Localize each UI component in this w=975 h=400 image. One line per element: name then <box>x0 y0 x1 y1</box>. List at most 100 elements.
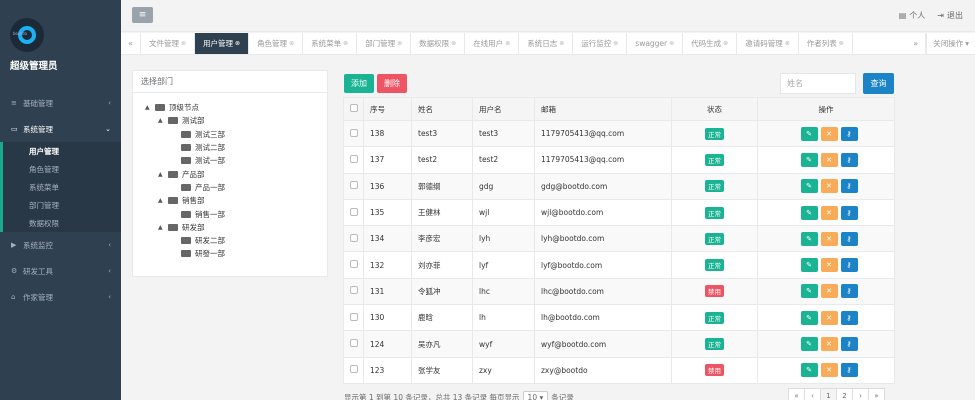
tree-node-dept[interactable]: ▲ 销售部 <box>145 194 327 207</box>
edit-button[interactable]: ✎ <box>800 231 818 246</box>
col-header-email[interactable]: 邮箱 <box>534 97 672 121</box>
collapse-toggle-icon[interactable]: ▲ <box>158 224 166 231</box>
row-checkbox[interactable] <box>350 154 358 163</box>
submenu-item-roles[interactable]: 角色管理 <box>3 160 121 178</box>
row-select-cell[interactable] <box>343 172 364 200</box>
remove-button[interactable]: ✕ <box>820 258 838 273</box>
reset-password-button[interactable]: ⚷ <box>840 179 858 194</box>
tab-item[interactable]: swagger ⊗ <box>627 33 684 54</box>
table-row[interactable]: 124 吴亦凡 wyf wyf@bootdo.com 正常 ✎ ✕ ⚷ <box>343 330 895 358</box>
row-checkbox[interactable] <box>350 181 358 190</box>
tab-item[interactable]: 角色管理 ⊗ <box>249 33 304 54</box>
tab-item[interactable]: 文件管理 ⊗ <box>141 33 196 54</box>
reset-password-button[interactable]: ⚷ <box>840 363 858 378</box>
tree-node-subdept[interactable]: 产品一部 <box>145 181 327 194</box>
row-checkbox[interactable] <box>350 312 358 321</box>
sidebar-item-authors[interactable]: ⌂ 作家管理 ‹ <box>0 284 121 310</box>
col-header-username[interactable]: 用户名 <box>472 97 535 121</box>
edit-button[interactable]: ✎ <box>800 363 818 378</box>
row-select-cell[interactable] <box>343 146 364 174</box>
table-row[interactable]: 132 刘亦菲 lyf lyf@bootdo.com 正常 ✎ ✕ ⚷ <box>343 251 895 279</box>
row-checkbox[interactable] <box>350 286 358 295</box>
page-button[interactable]: 1 <box>820 388 837 400</box>
remove-button[interactable]: ✕ <box>820 284 838 299</box>
tree-node-dept[interactable]: ▲ 产品部 <box>145 167 327 180</box>
remove-button[interactable]: ✕ <box>820 179 838 194</box>
submenu-item-data-perm[interactable]: 数据权限 <box>3 214 121 232</box>
collapse-toggle-icon[interactable]: ▲ <box>158 171 166 178</box>
row-select-cell[interactable] <box>343 330 364 358</box>
tab-close-icon[interactable]: ⊗ <box>559 40 564 47</box>
tab-close-icon[interactable]: ⊗ <box>839 40 844 47</box>
tab-close-icon[interactable]: ⊗ <box>669 40 674 47</box>
reset-password-button[interactable]: ⚷ <box>840 152 858 167</box>
submenu-item-depts[interactable]: 部门管理 <box>3 196 121 214</box>
row-select-cell[interactable] <box>343 198 364 227</box>
remove-button[interactable]: ✕ <box>820 152 838 167</box>
tree-node-root[interactable]: ▲ 顶级节点 <box>145 101 327 114</box>
avatar[interactable]: bootdo <box>10 18 44 52</box>
row-checkbox[interactable] <box>350 339 358 348</box>
tab-close-icon[interactable]: ⊗ <box>723 40 728 47</box>
edit-button[interactable]: ✎ <box>800 310 818 325</box>
personal-link[interactable]: ▤ 个人 <box>899 10 926 21</box>
tab-close-icon[interactable]: ⊗ <box>235 40 240 47</box>
collapse-toggle-icon[interactable]: ▲ <box>158 117 166 124</box>
col-header-status[interactable]: 状态 <box>671 97 758 121</box>
page-size-select[interactable]: 10 ▾ <box>522 391 549 400</box>
row-checkbox[interactable] <box>350 233 358 242</box>
close-tabs-dropdown[interactable]: 关闭操作 ▾ <box>926 33 975 54</box>
tab-item[interactable]: 代码生成 ⊗ <box>683 33 738 54</box>
tree-node-dept[interactable]: ▲ 研发部 <box>145 221 327 234</box>
tab-item[interactable]: 作者列表 ⊗ <box>799 33 853 54</box>
remove-button[interactable]: ✕ <box>820 310 838 325</box>
tab-close-icon[interactable]: ⊗ <box>181 40 186 47</box>
row-checkbox[interactable] <box>350 365 358 374</box>
row-select-cell[interactable] <box>343 119 364 148</box>
table-row[interactable]: 137 test2 test2 1179705413@qq.com 正常 ✎ ✕ ⚷ <box>343 146 895 174</box>
page-button[interactable]: ‹ <box>804 388 821 400</box>
tab-close-icon[interactable]: ⊗ <box>451 40 456 47</box>
remove-button[interactable]: ✕ <box>820 126 838 141</box>
submenu-item-users[interactable]: 用户管理 <box>3 142 121 160</box>
edit-button[interactable]: ✎ <box>800 152 818 167</box>
row-select-cell[interactable] <box>343 277 364 306</box>
table-row[interactable]: 130 鹿晗 lh lh@bootdo.com 正常 ✎ ✕ ⚷ <box>343 304 895 332</box>
reset-password-button[interactable]: ⚷ <box>840 205 858 220</box>
remove-button[interactable]: ✕ <box>820 205 838 220</box>
add-button[interactable]: 添加 <box>344 74 374 93</box>
collapse-toggle-icon[interactable]: ▲ <box>145 104 153 111</box>
edit-button[interactable]: ✎ <box>800 126 818 141</box>
reset-password-button[interactable]: ⚷ <box>840 337 858 352</box>
col-header-name[interactable]: 姓名 <box>411 97 473 121</box>
sidebar-item-devtools[interactable]: ⚙ 研发工具 ‹ <box>0 258 121 284</box>
remove-button[interactable]: ✕ <box>820 363 838 378</box>
logout-link[interactable]: ⇥ 退出 <box>937 10 963 21</box>
tab-item[interactable]: 系统日志 ⊗ <box>519 33 574 54</box>
tree-node-subdept[interactable]: 测试二部 <box>145 141 327 154</box>
tab-item[interactable]: 数据权限 ⊗ <box>411 33 466 54</box>
table-row[interactable]: 131 令狐冲 lhc lhc@bootdo.com 禁用 ✎ ✕ ⚷ <box>343 277 895 306</box>
tab-close-icon[interactable]: ⊗ <box>613 40 618 47</box>
delete-button[interactable]: 删除 <box>377 74 407 93</box>
row-select-cell[interactable] <box>343 251 364 279</box>
tab-item[interactable]: 邀请码管理 ⊗ <box>737 33 799 54</box>
name-search-input[interactable] <box>780 73 856 94</box>
col-header-id[interactable]: 序号 <box>363 97 412 121</box>
tab-close-icon[interactable]: ⊗ <box>289 40 294 47</box>
tab-close-icon[interactable]: ⊗ <box>397 40 402 47</box>
remove-button[interactable]: ✕ <box>820 231 838 246</box>
reset-password-button[interactable]: ⚷ <box>840 310 858 325</box>
remove-button[interactable]: ✕ <box>820 337 838 352</box>
page-button[interactable]: « <box>788 388 805 400</box>
page-button[interactable]: › <box>852 388 869 400</box>
reset-password-button[interactable]: ⚷ <box>840 284 858 299</box>
tree-node-subdept[interactable]: 测试三部 <box>145 128 327 141</box>
table-row[interactable]: 123 张学友 zxy zxy@bootdo 禁用 ✎ ✕ ⚷ <box>343 356 895 384</box>
page-button[interactable]: » <box>868 388 885 400</box>
row-checkbox[interactable] <box>350 128 358 137</box>
row-select-cell[interactable] <box>343 225 364 253</box>
table-row[interactable]: 138 test3 test3 1179705413@qq.com 正常 ✎ ✕ ⚷ <box>343 119 895 148</box>
page-button[interactable]: 2 <box>836 388 853 400</box>
row-select-cell[interactable] <box>343 356 364 384</box>
